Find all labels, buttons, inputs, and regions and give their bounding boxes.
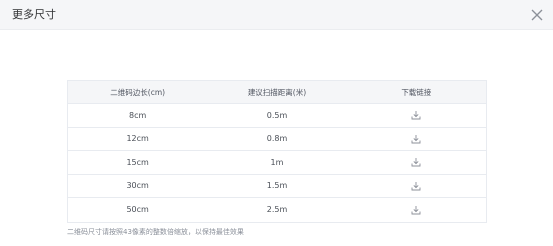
header-download: 下载链接: [401, 87, 432, 97]
distance-cell: 0.8m: [266, 134, 288, 144]
more-sizes-dialog: 更多尺寸 二维码边长(cm) 建议扫描距离(米) 下载链接 8cm 0.5m 1…: [0, 0, 553, 246]
download-cell: [347, 128, 486, 151]
size-cell: 8cm: [129, 110, 147, 120]
size-cell: 12cm: [126, 134, 149, 144]
size-table: 二维码边长(cm) 建议扫描距离(米) 下载链接 8cm 0.5m 12cm 0…: [67, 80, 487, 223]
download-icon[interactable]: [411, 157, 421, 167]
download-icon[interactable]: [411, 134, 421, 144]
download-icon[interactable]: [411, 181, 421, 191]
header-size: 二维码边长(cm): [110, 87, 166, 97]
table-header: 二维码边长(cm) 建议扫描距离(米) 下载链接: [68, 81, 486, 104]
size-cell: 50cm: [126, 205, 149, 215]
size-cell: 30cm: [126, 181, 149, 191]
table-row: 15cm 1m: [68, 151, 486, 175]
close-icon[interactable]: [529, 7, 545, 23]
download-cell: [347, 175, 486, 198]
table-row: 30cm 1.5m: [68, 175, 486, 198]
download-cell: [347, 151, 486, 174]
table-row: 12cm 0.8m: [68, 128, 486, 151]
distance-cell: 2.5m: [266, 205, 288, 215]
table-row: 8cm 0.5m: [68, 104, 486, 128]
dialog-title: 更多尺寸: [12, 8, 56, 21]
download-cell: [347, 198, 486, 222]
dialog-header: 更多尺寸: [0, 0, 553, 30]
distance-cell: 1m: [270, 157, 284, 167]
size-note: 二维码尺寸请按照43像素的整数倍缩放，以保持最佳效果: [67, 228, 244, 236]
size-cell: 15cm: [126, 157, 149, 167]
distance-cell: 0.5m: [266, 110, 288, 120]
header-distance: 建议扫描距离(米): [247, 87, 307, 97]
download-cell: [347, 104, 486, 127]
distance-cell: 1.5m: [266, 181, 288, 191]
table-row: 50cm 2.5m: [68, 198, 486, 222]
download-icon[interactable]: [411, 110, 421, 120]
download-icon[interactable]: [411, 205, 421, 215]
